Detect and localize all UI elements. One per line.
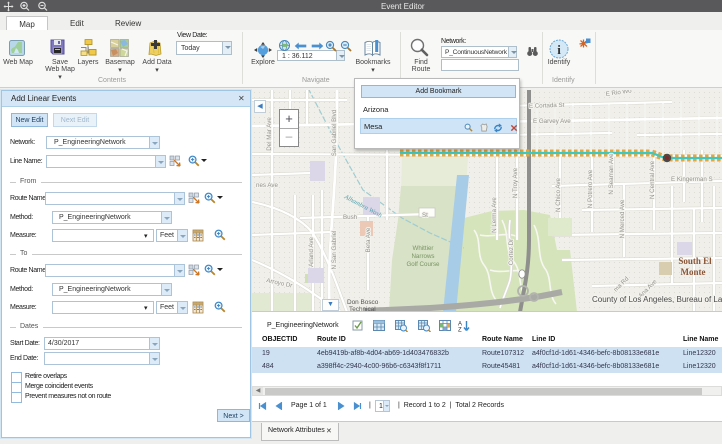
svg-text:E Garvey Ave: E Garvey Ave — [533, 118, 571, 125]
svg-text:Bush: Bush — [343, 214, 358, 221]
svg-text:Arland Ave: Arland Ave — [308, 237, 315, 267]
svg-text:N Chico Ave: N Chico Ave — [555, 177, 562, 211]
svg-text:Don Bosco: Don Bosco — [347, 299, 379, 306]
svg-text:Narrows: Narrows — [411, 253, 434, 260]
svg-text:Beta Ave: Beta Ave — [365, 227, 372, 252]
svg-text:Golf Course: Golf Course — [406, 261, 440, 268]
svg-text:N Central Ave: N Central Ave — [649, 160, 656, 199]
svg-text:St: St — [422, 212, 428, 219]
svg-text:E Kingerman S: E Kingerman S — [671, 176, 713, 183]
svg-text:N Troy Ave: N Troy Ave — [512, 167, 519, 198]
svg-text:County of Los Angeles, Bureau: County of Los Angeles, Bureau of La — [592, 295, 722, 304]
svg-text:Monte: Monte — [681, 267, 706, 277]
svg-text:Cortez Dr: Cortez Dr — [508, 239, 515, 265]
svg-text:South El: South El — [678, 256, 712, 266]
svg-text:N Seaman Ave: N Seaman Ave — [608, 153, 615, 195]
svg-text:N Potrero Ave: N Potrero Ave — [587, 169, 594, 208]
svg-text:i: i — [557, 42, 561, 57]
svg-text:Whittier: Whittier — [413, 245, 434, 252]
svg-text:E Cortada St: E Cortada St — [529, 102, 565, 110]
svg-text:nes Ave: nes Ave — [256, 182, 278, 189]
svg-text:San Gabriel Blvd: San Gabriel Blvd — [331, 109, 338, 156]
svg-text:N Merced Ave: N Merced Ave — [619, 199, 626, 238]
svg-text:Z: Z — [458, 328, 462, 333]
svg-text:N San Gabriel: N San Gabriel — [331, 231, 338, 270]
svg-text:N Lerma Ave: N Lerma Ave — [491, 197, 498, 233]
svg-text:Del Mar Ave: Del Mar Ave — [266, 117, 273, 151]
